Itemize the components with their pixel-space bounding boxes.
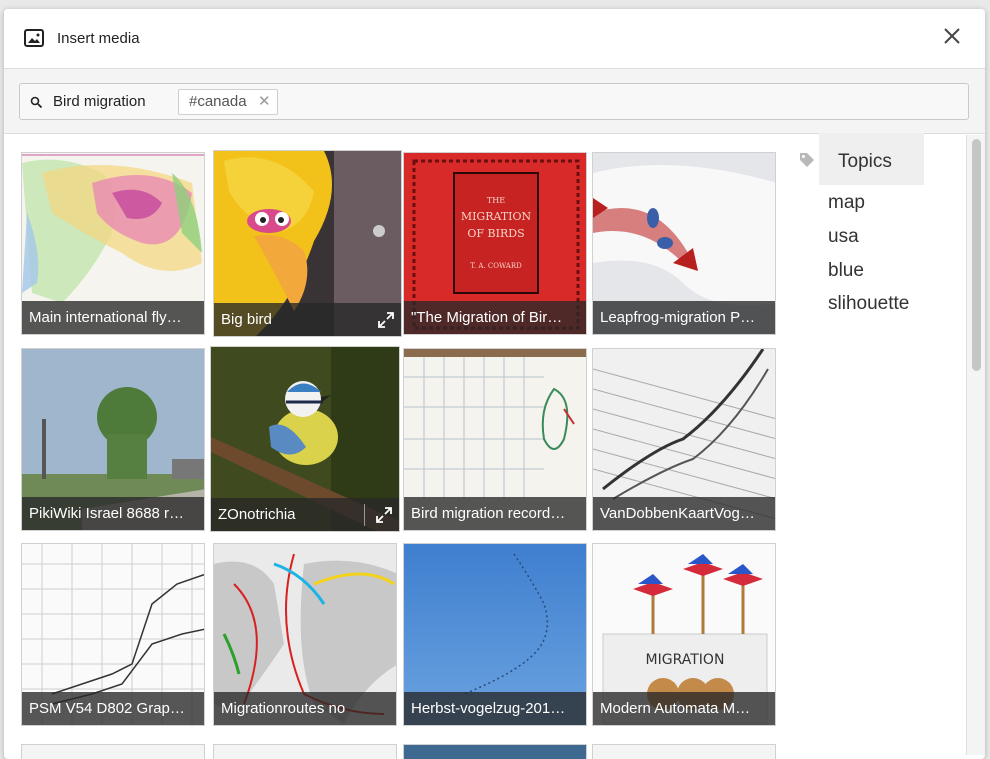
tile-caption: "The Migration of Bir… [404, 301, 586, 334]
tile-caption: PikiWiki Israel 8688 r… [22, 497, 204, 530]
tile-caption: Main international fly… [22, 301, 204, 334]
search-query-text: Bird migration [53, 93, 146, 110]
automata-sign-text: MIGRATION [646, 652, 725, 668]
book-title-line3: OF BIRDS [467, 227, 524, 240]
tag-icon [800, 153, 814, 167]
scrollbar-thumb[interactable] [972, 139, 981, 371]
media-tile[interactable]: Main international fly… [21, 152, 205, 335]
vertical-scrollbar[interactable] [966, 135, 985, 755]
media-tile[interactable]: Big bird [213, 150, 402, 337]
media-tile[interactable] [403, 744, 587, 759]
topic-map[interactable]: map [828, 192, 865, 214]
tile-caption: Big bird [214, 303, 401, 336]
media-tile[interactable]: Migrationroutes no [213, 543, 397, 726]
book-title-line2: MIGRATION [461, 210, 532, 223]
caption-separator [364, 504, 365, 526]
tag-remove-icon[interactable]: ✕ [258, 90, 271, 114]
media-tile[interactable] [21, 744, 205, 759]
search-row: Bird migration #canada ✕ [4, 69, 985, 134]
dialog-title: Insert media [57, 30, 140, 47]
tile-caption: Leapfrog-migration P… [593, 301, 775, 334]
media-tile[interactable]: Leapfrog-migration P… [592, 152, 776, 335]
search-input[interactable]: Bird migration #canada ✕ [19, 83, 969, 120]
media-tile[interactable] [213, 744, 397, 759]
tile-caption: VanDobbenKaartVog… [593, 497, 775, 530]
media-tile[interactable]: MIGRATION Modern Automata M… [592, 543, 776, 726]
media-tile[interactable]: ZOnotrichia [210, 346, 400, 532]
tile-caption: Modern Automata M… [593, 692, 775, 725]
image-icon [24, 29, 44, 47]
topic-blue[interactable]: blue [828, 260, 864, 282]
search-icon [30, 96, 43, 109]
topic-usa[interactable]: usa [828, 226, 859, 248]
insert-media-dialog: Insert media Bird migration #canada ✕ Ma… [4, 9, 985, 759]
dialog-titlebar: Insert media [4, 9, 985, 69]
results-area: Main international fly… Big bird THE MIG… [4, 133, 985, 759]
media-tile[interactable]: Bird migration record… [403, 348, 587, 531]
book-author: T. A. COWARD [470, 262, 522, 270]
book-title-line1: THE [487, 196, 505, 205]
media-tile[interactable]: VanDobbenKaartVog… [592, 348, 776, 531]
expand-icon[interactable] [375, 506, 393, 524]
media-tile[interactable]: PSM V54 D802 Grap… [21, 543, 205, 726]
tile-caption: PSM V54 D802 Grap… [22, 692, 204, 725]
tile-caption: Herbst-vogelzug-201… [404, 692, 586, 725]
media-tile[interactable]: Herbst-vogelzug-201… [403, 543, 587, 726]
tile-caption: Bird migration record… [404, 497, 586, 530]
media-tile[interactable]: PikiWiki Israel 8688 r… [21, 348, 205, 531]
topic-slihouette[interactable]: slihouette [828, 293, 909, 315]
tile-caption: ZOnotrichia [211, 498, 399, 531]
topics-heading: Topics [819, 133, 924, 185]
expand-icon[interactable] [377, 311, 395, 329]
media-tile[interactable]: THE MIGRATION OF BIRDS T. A. COWARD "The… [403, 152, 587, 335]
media-tile[interactable] [592, 744, 776, 759]
tile-caption: Migrationroutes no [214, 692, 396, 725]
close-icon[interactable] [941, 25, 963, 47]
search-tag-chip[interactable]: #canada ✕ [178, 89, 278, 115]
search-tag-label: #canada [189, 93, 247, 110]
